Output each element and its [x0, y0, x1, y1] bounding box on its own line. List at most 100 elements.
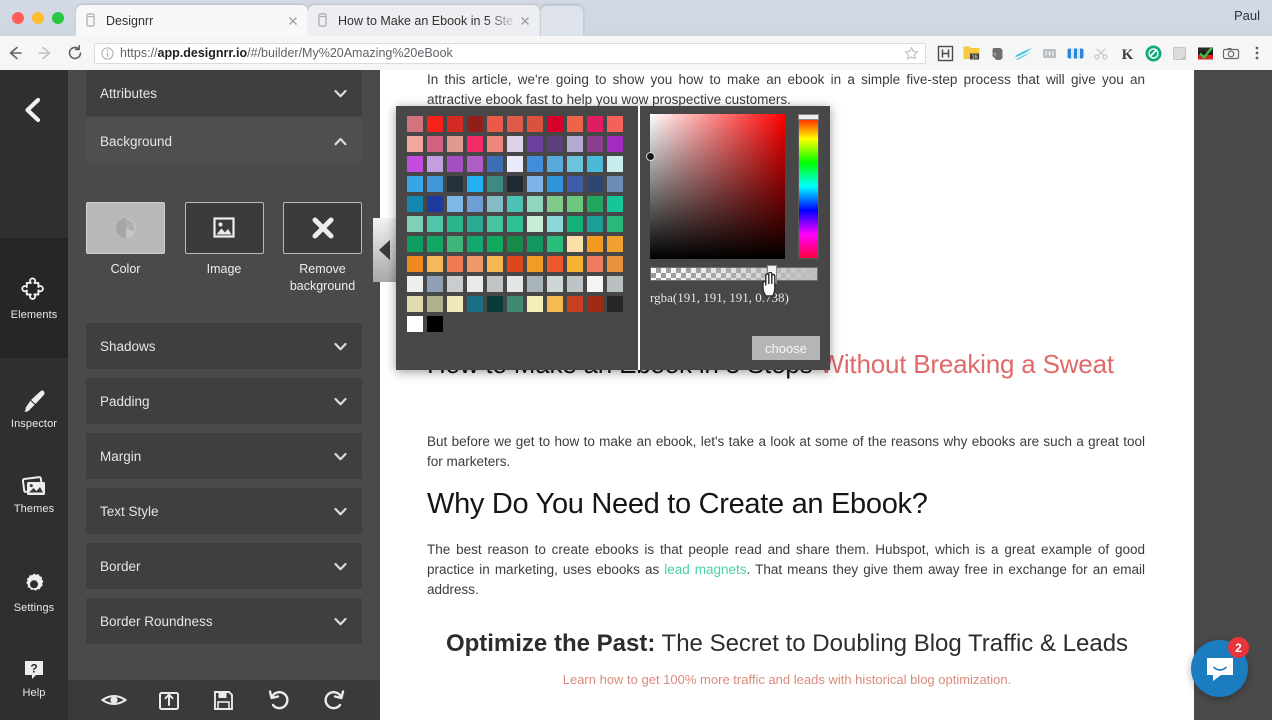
color-swatch[interactable] [565, 154, 585, 174]
accordion-border-roundness[interactable]: Border Roundness [86, 598, 362, 644]
green-link-icon[interactable] [1140, 40, 1166, 66]
color-swatch[interactable] [565, 274, 585, 294]
intro-paragraph[interactable]: In this article, we're going to show you… [427, 70, 1145, 110]
color-swatch[interactable] [425, 254, 445, 274]
color-swatch[interactable] [585, 114, 605, 134]
sidebar-item-inspector[interactable]: Inspector [0, 370, 68, 446]
sidebar-item-themes[interactable]: Themes [0, 456, 68, 532]
color-swatch[interactable] [585, 274, 605, 294]
color-swatch[interactable] [485, 214, 505, 234]
color-swatch[interactable] [545, 194, 565, 214]
image-option-button[interactable] [184, 202, 264, 254]
color-swatch[interactable] [585, 234, 605, 254]
saturation-handle[interactable] [646, 152, 655, 161]
color-swatch[interactable] [505, 274, 525, 294]
color-swatch[interactable] [465, 114, 485, 134]
color-swatch[interactable] [525, 274, 545, 294]
hue-slider[interactable] [798, 114, 820, 259]
color-swatch[interactable] [525, 254, 545, 274]
section-heading[interactable]: Why Do You Need to Create an Ebook? [427, 485, 1145, 523]
sidebar-item-settings[interactable]: Settings [0, 554, 68, 630]
color-swatch[interactable] [605, 174, 625, 194]
close-window-button[interactable] [12, 12, 24, 24]
note-icon[interactable] [1166, 40, 1192, 66]
color-swatch[interactable] [505, 154, 525, 174]
evernote-icon[interactable] [984, 40, 1010, 66]
alpha-slider[interactable] [650, 265, 818, 284]
color-swatch[interactable] [545, 294, 565, 314]
color-swatch[interactable] [445, 214, 465, 234]
color-swatch[interactable] [445, 234, 465, 254]
color-swatch[interactable] [505, 254, 525, 274]
color-swatch[interactable] [405, 274, 425, 294]
save-button[interactable] [209, 687, 239, 713]
remove-background-button[interactable] [283, 202, 362, 254]
color-swatch[interactable] [545, 234, 565, 254]
color-swatch[interactable] [425, 194, 445, 214]
accordion-background[interactable]: Background [86, 118, 362, 164]
color-swatch[interactable] [405, 114, 425, 134]
color-swatch[interactable] [485, 134, 505, 154]
color-swatch[interactable] [545, 214, 565, 234]
color-swatch[interactable] [425, 154, 445, 174]
address-bar[interactable]: https://app.designrr.io/#/builder/My%20A… [94, 42, 926, 64]
export-button[interactable] [154, 687, 184, 713]
background-option-image[interactable]: Image [184, 202, 264, 295]
color-picker-popup[interactable]: rgba(191, 191, 191, 0.738) choose [396, 106, 830, 370]
grammarly-icon[interactable] [1036, 40, 1062, 66]
color-swatch[interactable] [505, 294, 525, 314]
color-swatch[interactable] [425, 294, 445, 314]
color-swatch[interactable] [465, 194, 485, 214]
color-swatch[interactable] [405, 214, 425, 234]
color-swatch[interactable] [465, 174, 485, 194]
accordion-padding[interactable]: Padding [86, 378, 362, 424]
color-swatch[interactable] [545, 134, 565, 154]
color-swatch[interactable] [605, 234, 625, 254]
color-swatch[interactable] [545, 154, 565, 174]
sidebar-item-elements[interactable]: Elements [0, 238, 68, 358]
color-swatch[interactable] [425, 114, 445, 134]
color-swatch[interactable] [545, 274, 565, 294]
sidebar-item-help[interactable]: ? Help [0, 640, 68, 716]
color-swatch[interactable] [425, 274, 445, 294]
browser-tab-designrr[interactable]: Designrr [76, 5, 308, 36]
kebab-menu-icon[interactable] [1244, 40, 1270, 66]
color-swatch[interactable] [525, 134, 545, 154]
color-swatch[interactable] [425, 314, 445, 334]
color-swatch-grid[interactable] [396, 106, 638, 370]
color-swatch[interactable] [405, 134, 425, 154]
color-swatch[interactable] [485, 154, 505, 174]
color-swatch[interactable] [405, 174, 425, 194]
color-swatch[interactable] [605, 194, 625, 214]
background-option-color[interactable]: Color [86, 202, 165, 295]
window-traffic-lights[interactable] [12, 12, 64, 24]
color-swatch[interactable] [405, 234, 425, 254]
color-swatch[interactable] [565, 254, 585, 274]
embedded-image-block[interactable]: Optimize the Past: The Secret to Doublin… [436, 625, 1138, 687]
k-icon[interactable]: K [1114, 40, 1140, 66]
panel-collapse-handle[interactable] [373, 218, 397, 282]
saturation-value-square[interactable] [646, 114, 785, 259]
calendar-16-icon[interactable]: 16 [958, 40, 984, 66]
color-swatch[interactable] [605, 134, 625, 154]
color-swatch[interactable] [445, 294, 465, 314]
close-tab-icon[interactable] [286, 14, 300, 28]
color-swatch[interactable] [485, 254, 505, 274]
color-swatch[interactable] [425, 134, 445, 154]
color-swatch[interactable] [585, 174, 605, 194]
color-swatch[interactable] [605, 114, 625, 134]
color-swatch[interactable] [445, 194, 465, 214]
bookmark-star-icon[interactable] [904, 45, 919, 61]
undo-button[interactable] [264, 687, 294, 713]
scissors-icon[interactable] [1088, 40, 1114, 66]
color-swatch[interactable] [585, 294, 605, 314]
color-swatch[interactable] [605, 274, 625, 294]
accordion-attributes[interactable]: Attributes [86, 70, 362, 116]
paragraph-2[interactable]: But before we get to how to make an eboo… [427, 432, 1145, 472]
color-swatch[interactable] [605, 214, 625, 234]
checkmark-icon[interactable] [1192, 40, 1218, 66]
color-swatch[interactable] [465, 274, 485, 294]
color-swatch[interactable] [545, 114, 565, 134]
color-swatch[interactable] [505, 234, 525, 254]
color-swatch[interactable] [565, 294, 585, 314]
